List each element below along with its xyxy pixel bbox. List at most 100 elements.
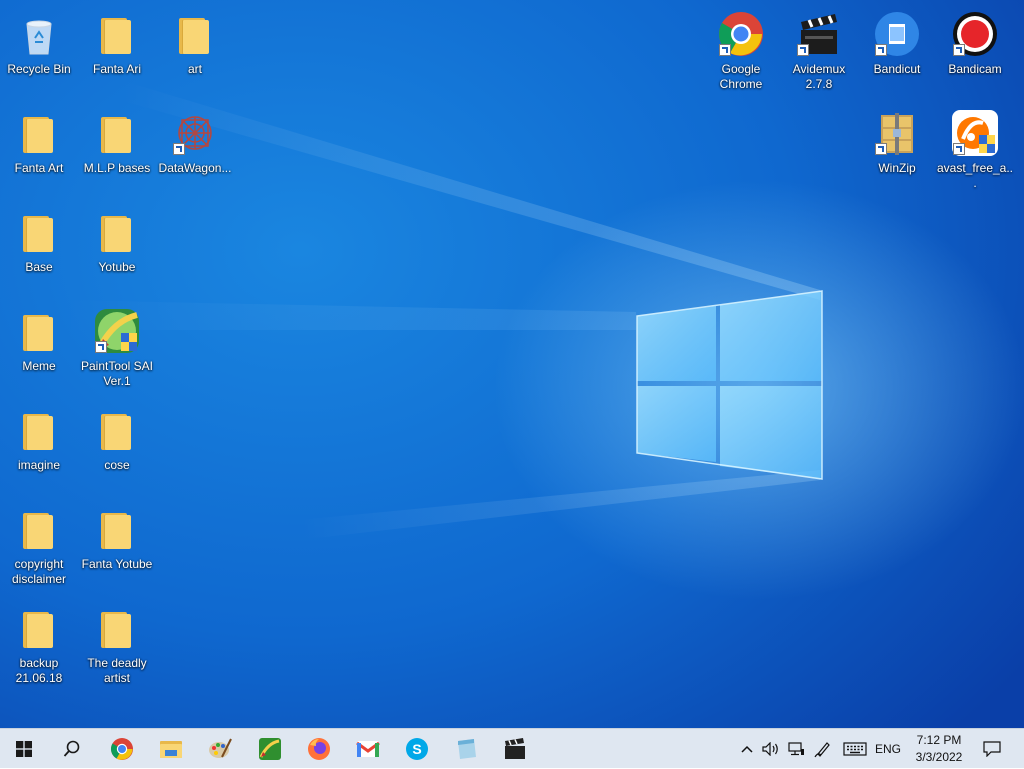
icon-label: cose [104,458,130,472]
folder-fanta-yotube[interactable]: Fanta Yotube [78,499,156,589]
folder-icon [15,307,63,355]
icon-label: M.L.P bases [83,161,151,175]
network-button[interactable] [785,729,807,769]
volume-button[interactable] [760,729,782,769]
clapperboard-icon [505,738,525,759]
winzip-icon [873,109,921,157]
pen-workspace-button[interactable] [812,729,834,769]
windows-icon [16,741,32,757]
action-center-button[interactable] [978,729,1006,769]
folder-meme[interactable]: Meme [0,301,78,391]
icon-label: The deadly artist [87,656,147,685]
taskbar: S ENG 7:12 PM 3/3/2022 [0,728,1024,768]
folder-icon [15,109,63,157]
skype-icon: S [406,738,428,760]
google-chrome-shortcut[interactable]: Google Chrome [702,4,780,94]
search-button[interactable] [48,729,96,769]
taskbar-gmail[interactable] [344,729,392,769]
winzip-shortcut[interactable]: WinZip [858,103,936,193]
taskbar-app[interactable] [442,729,490,769]
chevron-up-icon [741,745,753,753]
firefox-icon [308,738,330,760]
shortcut-arrow-icon [173,143,185,155]
folder-fanta-art[interactable]: Fanta Art [0,103,78,193]
folder-the-deadly-artist[interactable]: The deadly artist [78,598,156,688]
folder-backup[interactable]: backup 21.06.18 [0,598,78,688]
icon-label: imagine [17,458,61,472]
folder-icon [15,604,63,652]
icon-label: Bandicam [948,62,1002,76]
taskbar-chrome[interactable] [98,729,146,769]
recycle-icon [15,10,63,58]
datawagon-icon [171,109,219,157]
taskbar-paint[interactable] [196,729,244,769]
taskbar-firefox[interactable] [295,729,343,769]
gmail-icon [356,741,380,757]
folder-base[interactable]: Base [0,202,78,292]
folder-icon [93,208,141,256]
network-icon [788,742,804,756]
avidemux-shortcut[interactable]: Avidemux 2.7.8 [780,4,858,94]
taskbar-painttool-sai[interactable] [246,729,294,769]
taskbar-file-explorer[interactable] [147,729,195,769]
touch-keyboard-button[interactable] [840,729,870,769]
folder-fanta-ari[interactable]: Fanta Ari [78,4,156,94]
shortcut-arrow-icon [797,44,809,56]
clock-time: 7:12 PM [916,733,962,747]
datawagon-shortcut[interactable]: DataWagon... [156,103,234,193]
folder-imagine[interactable]: imagine [0,400,78,490]
bandicam-icon [951,10,999,58]
recycle-bin-icon[interactable]: Recycle Bin [0,4,78,94]
avast-icon [951,109,999,157]
paint-palette-icon [209,738,232,758]
clock[interactable]: 7:12 PM 3/3/2022 [904,732,974,766]
language-label: ENG [874,742,901,756]
shortcut-arrow-icon [875,143,887,155]
painttool-sai-shortcut[interactable]: PaintTool SAI Ver.1 [78,301,156,391]
shortcut-arrow-icon [875,44,887,56]
icon-label: Meme [22,359,56,373]
input-language[interactable]: ENG [872,729,904,769]
icon-label: Base [25,260,53,274]
bandicam-shortcut[interactable]: Bandicam [936,4,1014,94]
shortcut-arrow-icon [95,341,107,353]
shortcut-arrow-icon [953,44,965,56]
folder-icon [93,10,141,58]
avast-shortcut[interactable]: avast_free_a... [936,103,1014,193]
folder-icon [15,505,63,553]
folder-cose[interactable]: cose [78,400,156,490]
taskbar-skype[interactable]: S [393,729,441,769]
folder-copyright-disclaimer[interactable]: copyright disclaimer [0,499,78,589]
folder-mlp-bases[interactable]: M.L.P bases [78,103,156,193]
folder-yotube[interactable]: Yotube [78,202,156,292]
chrome-icon [717,10,765,58]
shortcut-arrow-icon [953,143,965,155]
document-tool-icon [458,739,476,759]
folder-icon [15,406,63,454]
search-icon [63,740,80,757]
icon-label: Fanta Art [14,161,64,175]
clock-date: 3/3/2022 [915,750,963,764]
folder-icon [93,109,141,157]
desktop[interactable]: Recycle Bin Fanta Ari art Fanta Art M.L.P ba… [0,0,1024,728]
icon-label: Bandicut [873,62,921,76]
icon-label: DataWagon... [158,161,232,175]
painttool-sai-icon [259,738,281,760]
icon-label: PaintTool SAI Ver.1 [80,359,154,388]
speaker-icon [762,742,778,756]
icon-label: Recycle Bin [7,62,71,76]
taskbar-avidemux[interactable] [491,729,539,769]
start-button[interactable] [0,729,48,769]
folder-icon [93,505,141,553]
folder-icon [93,406,141,454]
shortcut-arrow-icon [719,44,731,56]
notification-icon [983,741,1001,757]
icon-label: Fanta Yotube [81,557,153,571]
folder-art[interactable]: art [156,4,234,94]
icon-label: avast_free_a... [936,161,1014,190]
show-hidden-icons-button[interactable] [738,729,756,769]
folder-icon [15,208,63,256]
folder-icon [171,10,219,58]
pen-icon [814,742,830,758]
bandicut-shortcut[interactable]: Bandicut [858,4,936,94]
